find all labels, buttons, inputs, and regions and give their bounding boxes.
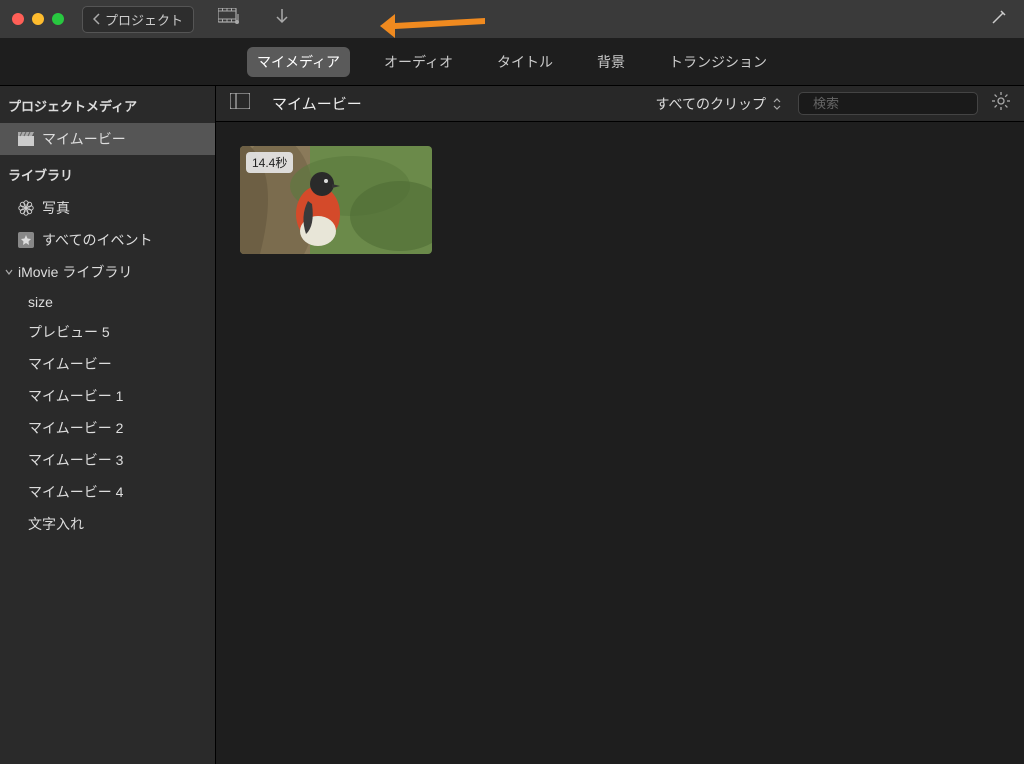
sidebar-item-label: マイムービー 4 [28, 482, 123, 502]
sidebar-item-label: マイムービー 1 [28, 386, 123, 406]
sidebar-item-my-movie[interactable]: マイムービー [0, 123, 215, 155]
sidebar-item-label: マイムービー [28, 354, 112, 374]
tab-transitions[interactable]: トランジション [659, 47, 777, 77]
sidebar-item-label: すべてのイベント [42, 230, 152, 250]
clip-filter-dropdown[interactable]: すべてのクリップ [652, 92, 786, 116]
clip-filter-label: すべてのクリップ [656, 94, 766, 114]
sidebar-library-item[interactable]: マイムービー [0, 348, 215, 380]
gear-icon [992, 92, 1010, 110]
search-input[interactable] [813, 96, 989, 111]
tab-backgrounds[interactable]: 背景 [587, 47, 635, 77]
layout-toggle-button[interactable] [228, 91, 252, 116]
sidebar-library-item[interactable]: 文字入れ [0, 508, 215, 540]
flower-icon [18, 200, 34, 216]
close-window-button[interactable] [12, 13, 24, 25]
star-box-icon [18, 232, 34, 248]
back-button-label: プロジェクト [105, 10, 183, 29]
content-toolbar: マイムービー すべてのクリップ [216, 86, 1024, 122]
sidebar-library-item[interactable]: プレビュー 5 [0, 316, 215, 348]
sidebar-section-library: ライブラリ [0, 155, 215, 192]
clip-grid: 14.4秒 [216, 122, 1024, 764]
download-import-button[interactable] [266, 4, 298, 35]
sidebar-layout-icon [230, 93, 250, 109]
media-tabs: マイメディア オーディオ タイトル 背景 トランジション [0, 38, 1024, 86]
tab-my-media[interactable]: マイメディア [247, 47, 350, 77]
titlebar: プロジェクト [0, 0, 1024, 38]
clip-duration-badge: 14.4秒 [246, 152, 293, 173]
sidebar-item-label: マイムービー 2 [28, 418, 123, 438]
sidebar-item-label: マイムービー [42, 129, 126, 149]
sidebar-item-photos[interactable]: 写真 [0, 192, 215, 224]
content-area: マイムービー すべてのクリップ [216, 86, 1024, 764]
search-box[interactable] [798, 92, 978, 115]
clapperboard-icon [18, 132, 34, 146]
chevron-left-icon [93, 13, 101, 25]
sidebar-item-label: プレビュー 5 [28, 322, 110, 342]
titlebar-right-control[interactable] [986, 6, 1012, 33]
sidebar-library-item[interactable]: マイムービー 2 [0, 412, 215, 444]
sidebar-item-label: size [28, 294, 53, 310]
filmstrip-music-icon [218, 8, 242, 26]
content-title: マイムービー [272, 93, 362, 114]
sidebar: プロジェクトメディア マイムービー ライブラリ 写真 すべてのイベント iMov… [0, 86, 216, 764]
sidebar-section-project-media: プロジェクトメディア [0, 86, 215, 123]
sidebar-library-item[interactable]: size [0, 288, 215, 316]
chevron-down-icon [4, 267, 14, 277]
download-arrow-icon [274, 8, 290, 26]
sidebar-item-all-events[interactable]: すべてのイベント [0, 224, 215, 256]
sidebar-item-label: 写真 [42, 198, 70, 218]
media-import-button[interactable] [210, 4, 250, 35]
sidebar-item-label: マイムービー 3 [28, 450, 123, 470]
sidebar-item-label: iMovie ライブラリ [18, 262, 132, 282]
tab-titles[interactable]: タイトル [487, 47, 563, 77]
sidebar-item-imovie-library[interactable]: iMovie ライブラリ [0, 256, 215, 288]
settings-gear-button[interactable] [990, 90, 1012, 117]
window-controls [12, 13, 64, 25]
minimize-window-button[interactable] [32, 13, 44, 25]
clip-thumbnail[interactable]: 14.4秒 [240, 146, 432, 254]
sidebar-library-item[interactable]: マイムービー 3 [0, 444, 215, 476]
sidebar-item-label: 文字入れ [28, 514, 84, 534]
tab-audio[interactable]: オーディオ [374, 47, 463, 77]
sidebar-library-item[interactable]: マイムービー 1 [0, 380, 215, 412]
updown-chevron-icon [772, 97, 782, 111]
sidebar-library-item[interactable]: マイムービー 4 [0, 476, 215, 508]
fullscreen-window-button[interactable] [52, 13, 64, 25]
wand-icon [990, 8, 1008, 26]
back-to-projects-button[interactable]: プロジェクト [82, 6, 194, 33]
